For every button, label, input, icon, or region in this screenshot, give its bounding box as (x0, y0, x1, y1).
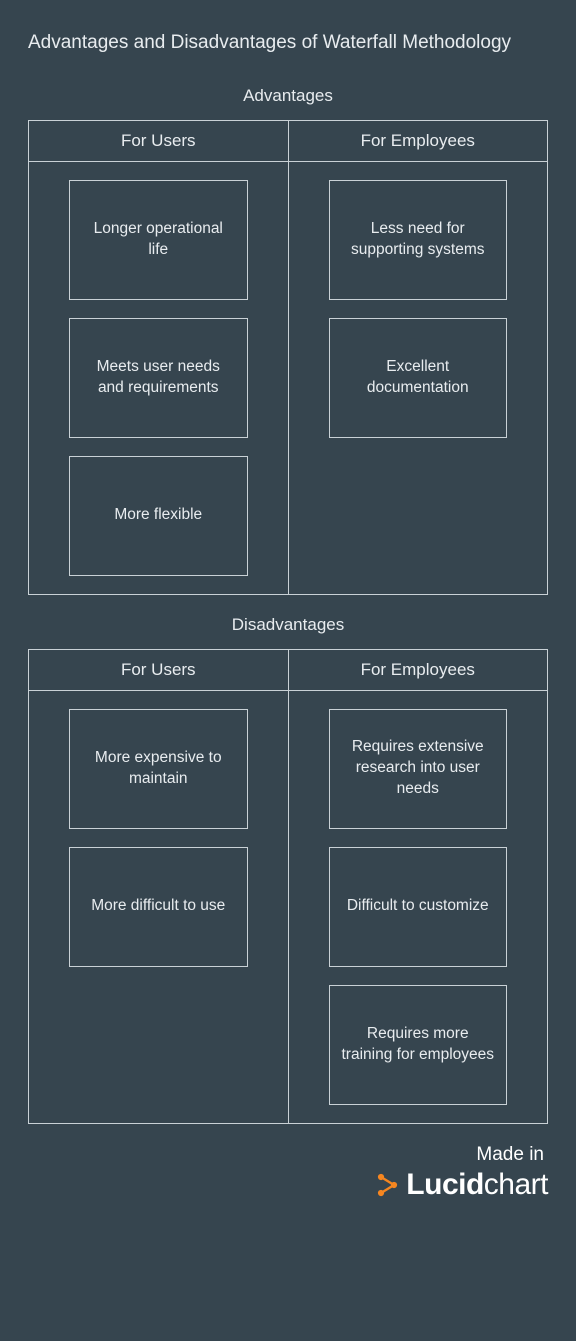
item-box: More expensive to maintain (69, 709, 248, 829)
item-box: Longer operational life (69, 180, 248, 300)
col-header: For Employees (289, 650, 548, 691)
disadvantages-col-employees: For Employees Requires extensive researc… (288, 650, 548, 1123)
lucidchart-text: Lucidchart (406, 1168, 548, 1202)
section-label-disadvantages: Disadvantages (28, 615, 548, 635)
item-box: Difficult to customize (329, 847, 508, 967)
col-body: Requires extensive research into user ne… (289, 691, 548, 1123)
lucidchart-logo: Lucidchart (372, 1168, 548, 1202)
col-header: For Users (29, 650, 288, 691)
item-box: Less need for supporting systems (329, 180, 508, 300)
disadvantages-col-users: For Users More expensive to maintain Mor… (29, 650, 288, 1123)
item-box: Excellent documentation (329, 318, 508, 438)
lucidchart-icon (372, 1171, 400, 1199)
col-header: For Users (29, 121, 288, 162)
col-body: Less need for supporting systems Excelle… (289, 162, 548, 456)
item-box: More flexible (69, 456, 248, 576)
item-box: Requires extensive research into user ne… (329, 709, 508, 829)
col-body: Longer operational life Meets user needs… (29, 162, 288, 594)
advantages-grid: For Users Longer operational life Meets … (28, 120, 548, 595)
section-label-advantages: Advantages (28, 86, 548, 106)
item-box: Meets user needs and requirements (69, 318, 248, 438)
advantages-col-employees: For Employees Less need for supporting s… (288, 121, 548, 594)
diagram-title: Advantages and Disadvantages of Waterfal… (28, 30, 548, 56)
col-body: More expensive to maintain More difficul… (29, 691, 288, 985)
attribution: Made in Lucidchart (28, 1144, 548, 1204)
item-box: More difficult to use (69, 847, 248, 967)
advantages-col-users: For Users Longer operational life Meets … (29, 121, 288, 594)
made-in-label: Made in (28, 1144, 548, 1166)
disadvantages-grid: For Users More expensive to maintain Mor… (28, 649, 548, 1124)
col-header: For Employees (289, 121, 548, 162)
item-box: Requires more training for employees (329, 985, 508, 1105)
